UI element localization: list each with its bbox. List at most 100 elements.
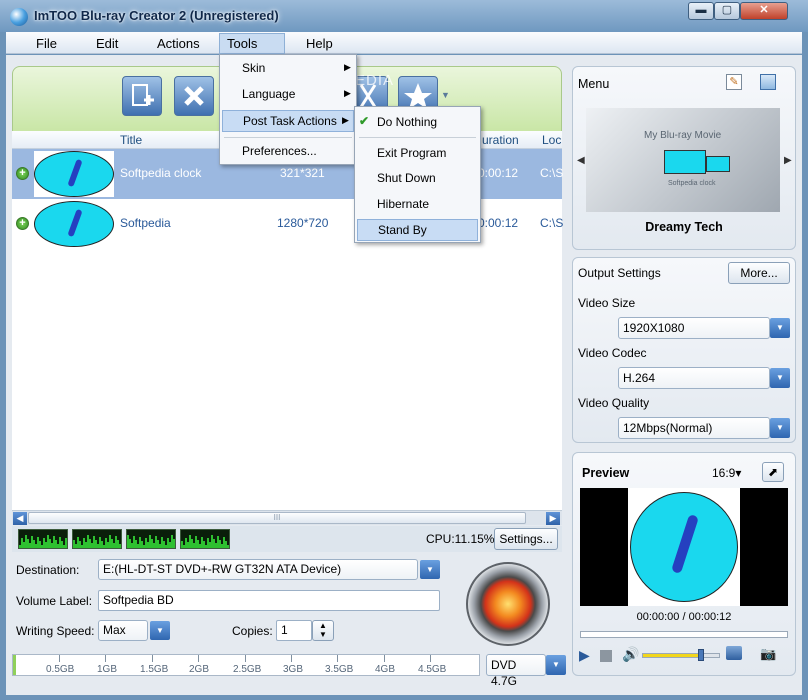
post-task-shut-down[interactable]: Shut Down <box>355 171 480 185</box>
preview-title: My Blu-ray Movie <box>644 130 722 141</box>
row-title: Softpedia <box>120 216 171 230</box>
ruler-label: 2GB <box>189 664 210 675</box>
cpu-bar: CPU:11.15% Settings... <box>12 526 562 552</box>
writing-speed-dropdown-icon[interactable]: ▼ <box>150 621 170 640</box>
video-codec-dropdown-icon[interactable]: ▼ <box>770 368 790 388</box>
row-duration: 0:00:12 <box>478 166 519 180</box>
cpu-usage: CPU:11.15% <box>426 532 495 546</box>
scroll-thumb[interactable]: III <box>28 512 526 524</box>
post-task-do-nothing[interactable]: Do Nothing <box>355 115 480 129</box>
menu-label: Menu <box>578 77 610 91</box>
ruler-label: 1.5GB <box>140 664 169 675</box>
play-icon[interactable]: ▶ <box>579 647 590 664</box>
disc-type-select[interactable]: DVD 4.7G <box>486 654 546 688</box>
tools-menu: Skin ▶ Language ▶ Post Task Actions ▶ Pr… <box>219 54 357 165</box>
menu-theme-preview: My Blu-ray Movie Softpedia clock <box>586 108 780 212</box>
close-button[interactable]: ✕ <box>740 2 788 20</box>
row-size: 321*321 <box>280 166 325 180</box>
snapshot-folder-icon[interactable] <box>726 646 742 660</box>
cpu-graph <box>18 529 68 549</box>
video-quality-select[interactable]: 12Mbps(Normal) <box>618 417 770 439</box>
destination-dropdown-icon[interactable]: ▼ <box>420 560 440 579</box>
more-button[interactable]: More... <box>728 262 790 284</box>
tools-menu-language[interactable]: Language <box>220 87 356 101</box>
maximize-button[interactable]: ▢ <box>714 2 740 20</box>
preview-time: 00:00:00 / 00:00:12 <box>636 611 732 623</box>
volume-knob[interactable] <box>697 649 704 661</box>
menu-separator <box>359 137 476 138</box>
post-task-stand-by[interactable]: Stand By <box>357 219 478 241</box>
ruler-label: 2.5GB <box>233 664 262 675</box>
column-location[interactable]: Loc <box>542 133 561 147</box>
copies-stepper[interactable]: ▲ ▼ <box>312 620 334 641</box>
remove-icon[interactable] <box>174 76 214 116</box>
row-title: Softpedia clock <box>120 166 202 180</box>
destination-label: Destination: <box>16 563 80 577</box>
preview-thumb <box>664 150 706 174</box>
prev-theme-icon[interactable]: ◀ <box>577 155 585 166</box>
add-file-icon[interactable] <box>122 76 162 116</box>
ruler-label: 3.5GB <box>325 664 354 675</box>
scroll-left-icon[interactable]: ◀ <box>13 512 27 525</box>
video-size-dropdown-icon[interactable]: ▼ <box>770 318 790 338</box>
menu-help[interactable]: Help <box>298 35 341 52</box>
menu-template-icon[interactable] <box>760 74 776 90</box>
preview-seek-bar[interactable] <box>580 631 788 638</box>
preview-thumb <box>706 156 730 172</box>
horizontal-scrollbar[interactable]: ◀ III ▶ <box>12 510 562 525</box>
writing-speed-label: Writing Speed: <box>16 624 95 638</box>
stop-icon[interactable] <box>600 650 612 662</box>
effects-dropdown-icon[interactable]: ▼ <box>441 90 450 100</box>
scroll-right-icon[interactable]: ▶ <box>546 512 560 525</box>
submenu-arrow-icon: ▶ <box>344 62 351 72</box>
menu-tools[interactable]: Tools <box>219 33 285 54</box>
preview-label: Preview <box>582 466 630 480</box>
row-size: 1280*720 <box>277 216 329 230</box>
popout-icon[interactable]: ⬈ <box>762 462 784 482</box>
volume-label-input[interactable]: Softpedia BD <box>98 590 440 611</box>
menu-separator <box>224 137 352 138</box>
window-title: ImTOO Blu-ray Creator 2 (Unregistered) <box>34 8 279 23</box>
volume-icon[interactable]: 🔊 <box>622 646 639 663</box>
tools-menu-skin[interactable]: Skin <box>220 61 356 75</box>
writing-speed-select[interactable]: Max <box>98 620 148 641</box>
ruler-label: 1GB <box>97 664 118 675</box>
volume-slider[interactable] <box>642 653 720 658</box>
video-codec-label: Video Codec <box>578 346 647 360</box>
thumbnail <box>34 151 114 197</box>
menu-edit[interactable]: Edit <box>88 35 126 52</box>
theme-name: Dreamy Tech <box>645 220 723 234</box>
minimize-button[interactable]: ▬ <box>688 2 714 20</box>
column-title[interactable]: Title <box>120 133 142 147</box>
tools-menu-preferences[interactable]: Preferences... <box>220 144 356 158</box>
next-theme-icon[interactable]: ▶ <box>784 155 792 166</box>
menu-file[interactable]: File <box>28 35 65 52</box>
expand-icon[interactable]: + <box>16 217 29 230</box>
expand-icon[interactable]: + <box>16 167 29 180</box>
row-location: C:\S <box>540 216 564 230</box>
settings-button[interactable]: Settings... <box>494 528 558 550</box>
post-task-exit-program[interactable]: Exit Program <box>355 146 480 160</box>
column-duration[interactable]: uration <box>482 133 519 147</box>
video-quality-dropdown-icon[interactable]: ▼ <box>770 418 790 438</box>
app-icon <box>10 8 28 26</box>
burn-button[interactable] <box>466 562 550 646</box>
menu-actions[interactable]: Actions <box>149 35 208 52</box>
row-location: C:\S <box>540 166 564 180</box>
video-codec-select[interactable]: H.264 <box>618 367 770 389</box>
copies-input[interactable]: 1 <box>276 620 312 641</box>
cpu-graph <box>180 529 230 549</box>
post-task-actions-menu: ✔ Do Nothing Exit Program Shut Down Hibe… <box>354 106 481 243</box>
submenu-arrow-icon: ▶ <box>342 115 349 125</box>
tools-menu-post-task-actions[interactable]: Post Task Actions <box>222 110 354 132</box>
preview-caption: Softpedia clock <box>668 180 716 187</box>
capacity-ruler: 0.5GB 1GB 1.5GB 2GB 2.5GB 3GB 3.5GB 4GB … <box>12 654 480 676</box>
post-task-hibernate[interactable]: Hibernate <box>355 197 480 211</box>
ruler-label: 4.5GB <box>418 664 447 675</box>
aspect-ratio-select[interactable]: 16:9▾ <box>712 466 741 480</box>
edit-menu-icon[interactable]: ✎ <box>726 74 742 90</box>
camera-icon[interactable]: 📷 <box>760 646 776 662</box>
destination-select[interactable]: E:(HL-DT-ST DVD+-RW GT32N ATA Device) <box>98 559 418 580</box>
video-size-select[interactable]: 1920X1080 <box>618 317 770 339</box>
disc-type-dropdown-icon[interactable]: ▼ <box>546 655 566 675</box>
